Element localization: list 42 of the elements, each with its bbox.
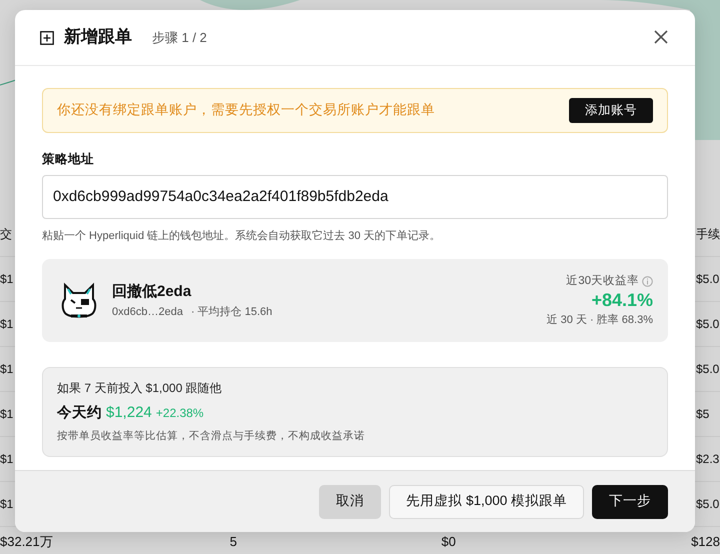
column-header: 手续 (696, 226, 720, 243)
table-cell-text: $5.0 (696, 361, 720, 378)
result-value: $1,224 (106, 403, 152, 424)
table-cell-text: $5.0 (696, 316, 720, 333)
table-cell-text: $1 (0, 271, 14, 288)
address-input-field[interactable]: 0xd6cb999ad99754a0c34ea2a2f401f89b5fdb2eda (42, 174, 668, 219)
table-cell-text: $5 (696, 406, 710, 423)
cancel-button[interactable]: 取消 (319, 484, 382, 518)
close-button[interactable] (654, 30, 670, 46)
table-cell-text: $5.0 (696, 271, 720, 288)
info-icon (642, 276, 653, 288)
warning-message: 你还没有绑定跟单账户，需要先授权一个交易所账户才能跟单 (57, 101, 435, 120)
win-rate-stats: 近 30 天 · 胜率 68.3% (546, 312, 653, 328)
trader-address: 0xd6cb…2eda (112, 304, 183, 320)
table-cell-text: $32.21万 (0, 533, 54, 552)
table-cell-text: $1 (0, 316, 14, 333)
return-label: 近30天收益率 (566, 274, 639, 290)
table-cell-text: $128 (691, 533, 720, 552)
field-label: 策略地址 (42, 151, 95, 168)
add-account-button[interactable]: 添加账号 (569, 98, 653, 123)
result-change: +22.38% (156, 405, 204, 422)
table-cell-text: $5.0 (696, 496, 720, 513)
simulation-intro: 如果 7 天前投入 $1,000 跟随他 (57, 380, 223, 398)
dialog-title: 新增跟单 (64, 27, 132, 48)
table-cell-text: 5 (230, 533, 238, 552)
column-header: 交 (0, 226, 13, 243)
table-cell-text: $2.3 (696, 451, 720, 468)
result-label: 今天约 (57, 404, 102, 424)
table-cell-text: $1 (0, 451, 14, 468)
table-cell-text: $0 (441, 533, 457, 552)
table-cell-text: $1 (0, 406, 14, 423)
table-cell-text: $1 (0, 496, 14, 513)
disclaimer-text: 按带单员收益率等比估算，不含滑点与手续费，不构成收益承诺 (57, 429, 366, 444)
step-indicator: 步骤 1 / 2 (152, 28, 207, 47)
field-hint: 粘贴一个 Hyperliquid 链上的钱包地址。系统会自动获取它过去 30 天的下单记录。 (42, 228, 442, 244)
average-holding-time: · 平均持仓 15.6h (190, 304, 272, 320)
trader-name: 回撤低2eda (112, 282, 192, 302)
simulate-button[interactable]: 先用虚拟 $1,000 模拟跟单 (389, 484, 584, 518)
return-value: +84.1% (590, 290, 653, 312)
add-square-icon (40, 30, 54, 44)
next-button[interactable]: 下一步 (592, 484, 668, 518)
table-cell-text: $1 (0, 361, 14, 378)
